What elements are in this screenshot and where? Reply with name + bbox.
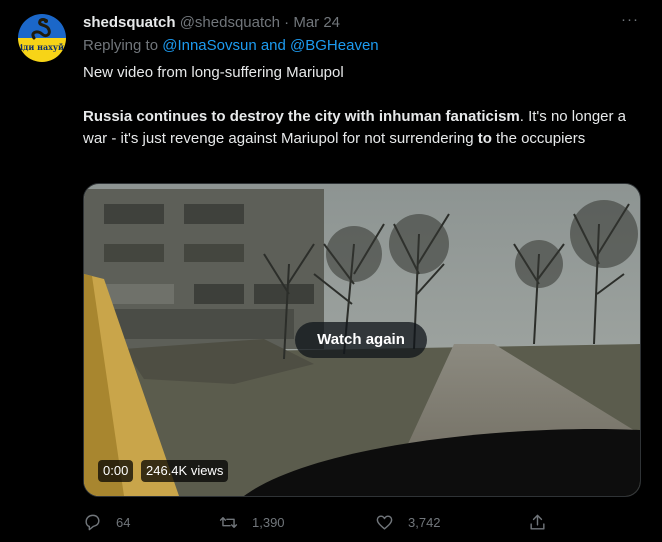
tweet-text-bold-to: to (477, 130, 492, 147)
video-time: 0:00 (98, 460, 134, 482)
snake-flag-icon (31, 18, 51, 40)
display-name[interactable]: shedsquatch (83, 14, 176, 31)
avatar-text: іди нахуй (20, 42, 64, 52)
separator: · (284, 14, 290, 31)
heart-icon (376, 514, 393, 530)
replying-to: Replying to @InnaSovsun and @BGHeaven (83, 37, 379, 54)
replying-to-link[interactable]: @InnaSovsun and @BGHeaven (162, 37, 378, 54)
tweet-date[interactable]: Mar 24 (293, 14, 340, 31)
share-button[interactable] (528, 508, 547, 536)
retweet-icon (219, 516, 238, 528)
watch-again-button[interactable]: Watch again (295, 322, 427, 358)
reply-button[interactable]: 64 (83, 508, 130, 536)
like-count: 3,742 (408, 514, 441, 530)
tweet-header: shedsquatch @shedsquatch · Mar 24 (83, 13, 340, 33)
replying-prefix: Replying to (83, 37, 159, 54)
handle[interactable]: @shedsquatch (180, 14, 280, 31)
tweet-text-paragraph2: Russia continues to destroy the city wit… (83, 106, 643, 150)
tweet-actions: 64 1,390 3,742 (83, 508, 643, 536)
share-icon (530, 514, 545, 530)
tweet-text-line1: New video from long-suffering Mariupol (83, 64, 344, 81)
tweet[interactable]: іди нахуй shedsquatch @shedsquatch · Mar… (0, 0, 662, 542)
like-button[interactable]: 3,742 (375, 508, 441, 536)
reply-icon (85, 514, 100, 530)
tweet-text: New video from long-suffering Mariupol R… (83, 62, 643, 150)
tweet-text-bold: Russia continues to destroy the city wit… (83, 108, 520, 125)
reply-count: 64 (116, 514, 131, 530)
retweet-button[interactable]: 1,390 (219, 508, 285, 536)
tweet-text-rest-b: the occupiers (491, 130, 586, 147)
retweet-count: 1,390 (252, 514, 285, 530)
video-views: 246.4K views (141, 460, 229, 482)
avatar[interactable]: іди нахуй (18, 14, 66, 62)
video-player[interactable]: Watch again 0:00 246.4K views (83, 183, 641, 497)
more-icon[interactable]: ··· (620, 10, 640, 30)
